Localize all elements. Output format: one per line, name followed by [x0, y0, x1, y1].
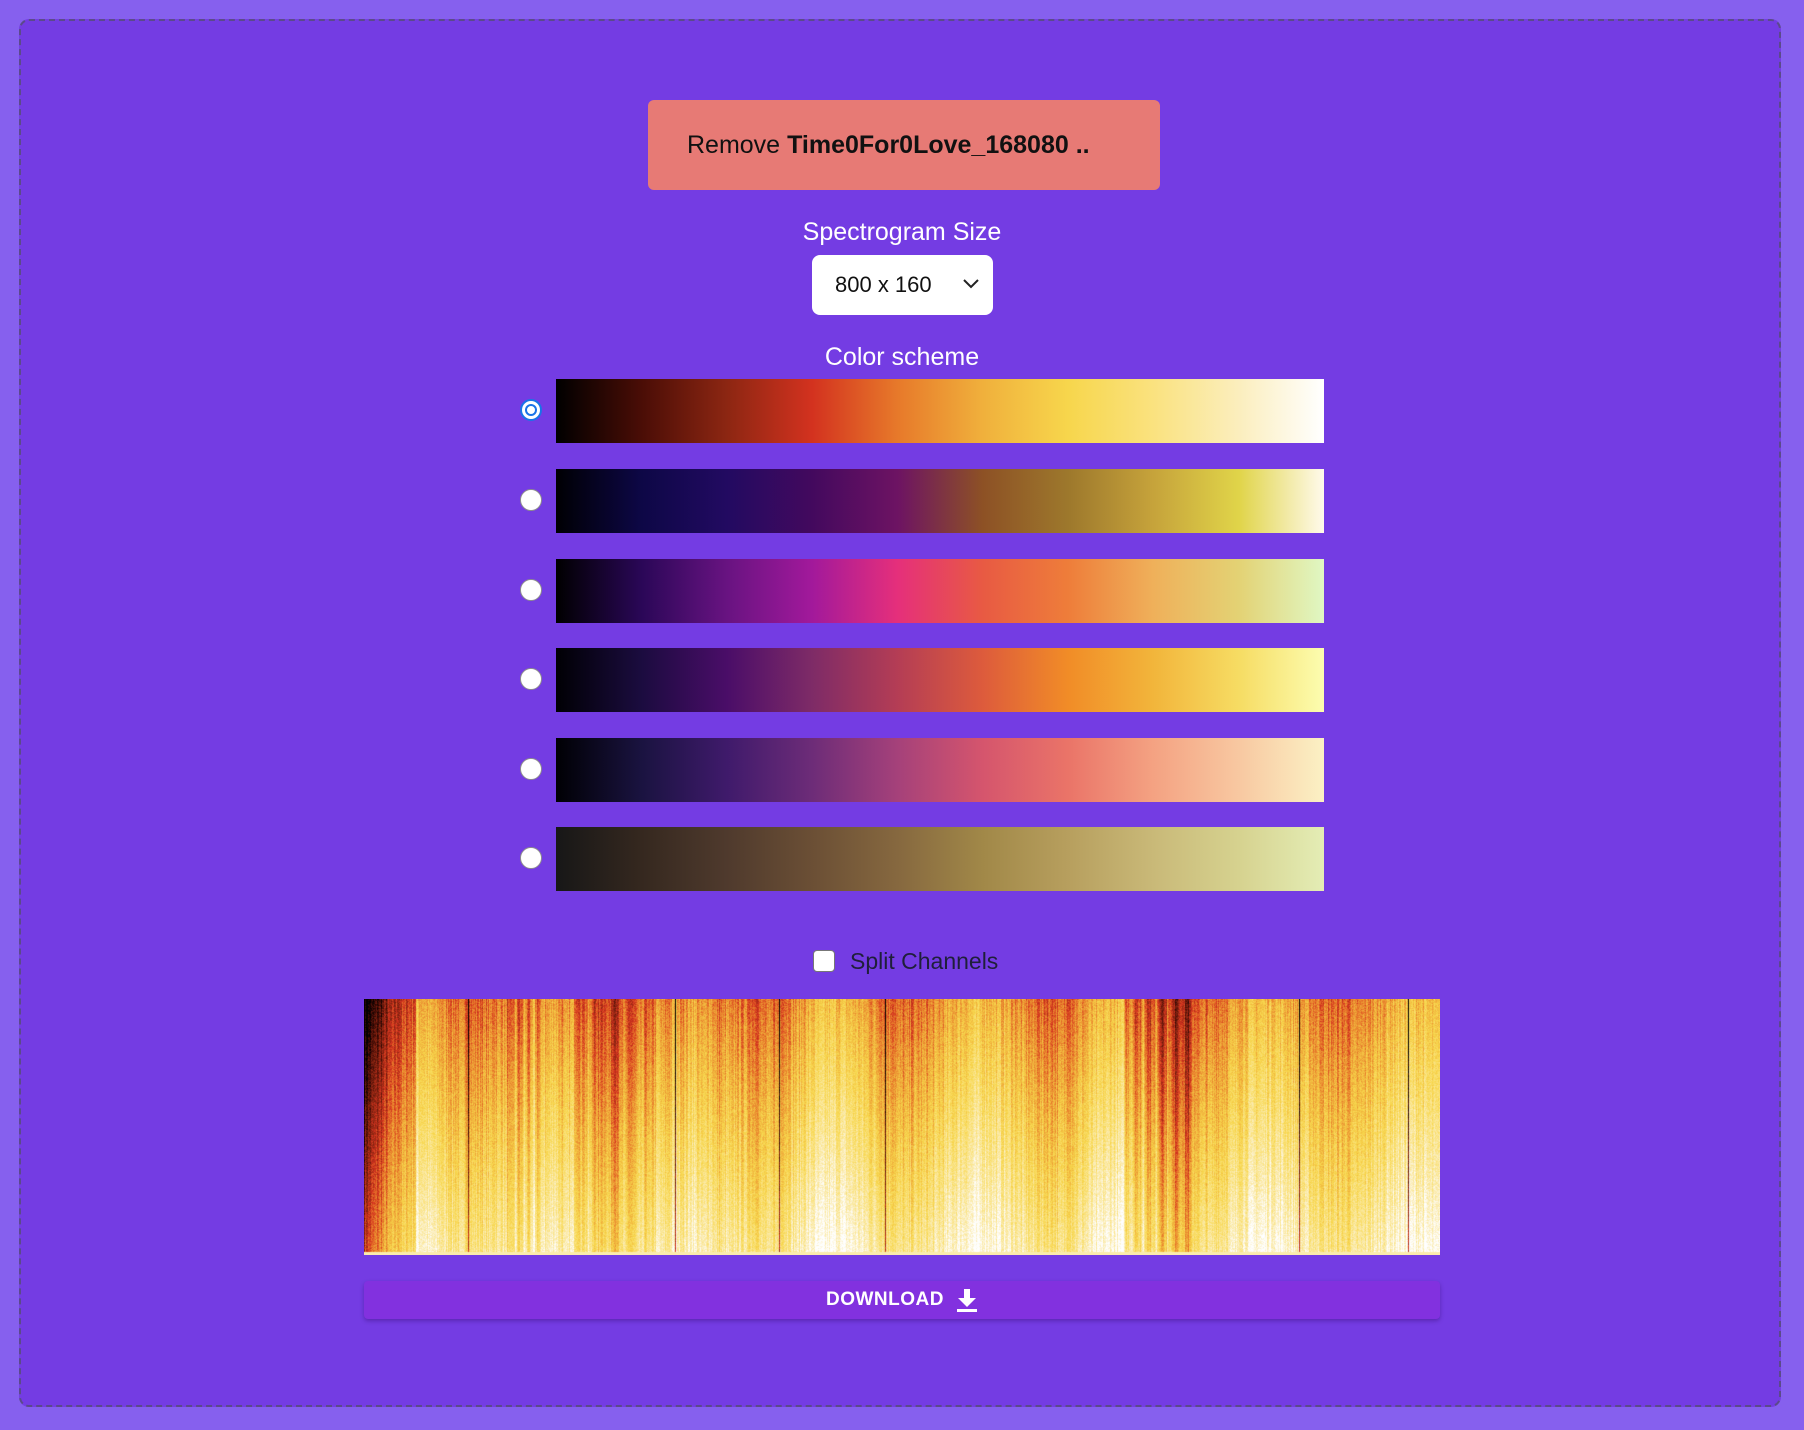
color-scheme-label: Color scheme — [824, 343, 980, 371]
spectrogram-size-label: Spectrogram Size — [802, 218, 1002, 246]
download-arrow-icon — [956, 1289, 977, 1312]
split-channels-toggle[interactable]: Split Channels — [813, 946, 998, 976]
color-scheme-radio[interactable] — [520, 847, 542, 869]
split-channels-label: Split Channels — [850, 947, 999, 974]
color-scheme-option[interactable] — [497, 379, 1327, 443]
split-channels-checkbox[interactable] — [813, 950, 835, 972]
remove-filename: Time0For0Love_168080 .. — [787, 130, 1090, 159]
download-label: DOWNLOAD — [826, 1289, 944, 1310]
color-scheme-gradient[interactable] — [556, 559, 1324, 623]
remove-label: Remove — [687, 130, 781, 159]
download-button[interactable]: DOWNLOAD — [364, 1281, 1440, 1319]
spectrogram-size-select[interactable]: 800 x 160 — [812, 255, 993, 315]
color-scheme-gradient[interactable] — [556, 469, 1324, 533]
color-scheme-option[interactable] — [497, 738, 1327, 802]
color-scheme-radio[interactable] — [520, 399, 542, 421]
color-scheme-radio[interactable] — [520, 758, 542, 780]
color-scheme-gradient[interactable] — [556, 648, 1324, 712]
remove-file-button[interactable]: Remove Time0For0Love_168080 .. — [648, 100, 1160, 190]
color-scheme-gradient[interactable] — [556, 738, 1324, 802]
color-scheme-option[interactable] — [497, 648, 1327, 712]
color-scheme-option[interactable] — [497, 559, 1327, 623]
chevron-down-icon — [963, 279, 979, 289]
color-scheme-gradient[interactable] — [556, 827, 1324, 891]
color-scheme-option[interactable] — [497, 827, 1327, 891]
spectrogram-size-value: 800 x 160 — [835, 272, 932, 297]
drop-zone-panel: Remove Time0For0Love_168080 .. Spectrogr… — [19, 19, 1781, 1407]
color-scheme-radio[interactable] — [520, 579, 542, 601]
spectrogram-image — [364, 999, 1440, 1255]
color-scheme-option[interactable] — [497, 469, 1327, 533]
color-scheme-radio[interactable] — [520, 489, 542, 511]
color-scheme-gradient[interactable] — [556, 379, 1324, 443]
color-scheme-radio[interactable] — [520, 668, 542, 690]
